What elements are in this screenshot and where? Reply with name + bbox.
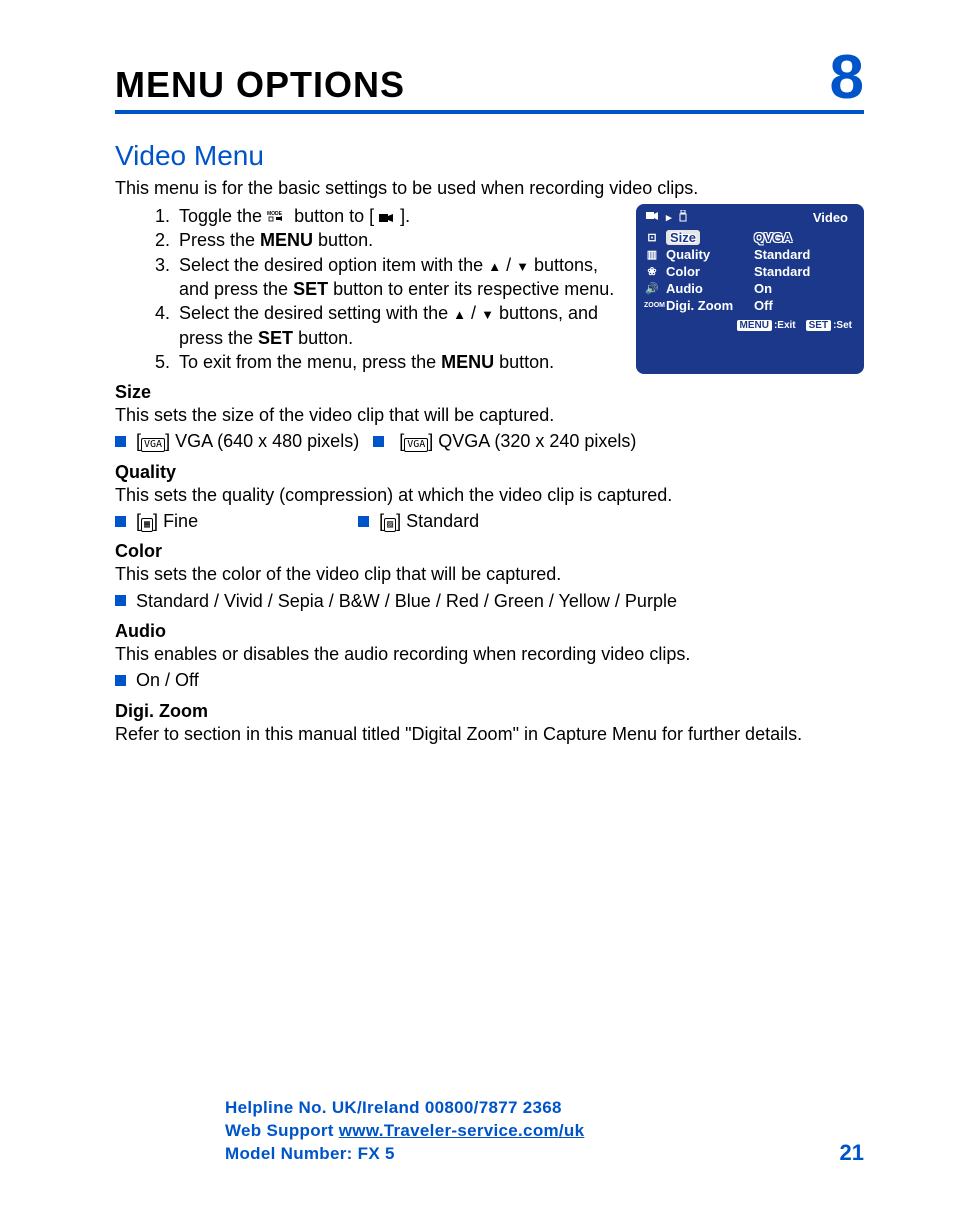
down-arrow-icon: ▼ bbox=[481, 307, 494, 322]
chapter-title: MENU OPTIONS bbox=[115, 64, 405, 106]
setup-icon bbox=[678, 210, 688, 225]
camera-lcd-preview: ▸ Video ⊡ Size QVGA ▥ Quality Standard ❀… bbox=[636, 204, 864, 374]
lcd-row-audio: 🔊 Audio On bbox=[642, 280, 858, 297]
quality-option-standard: [▨] Standard bbox=[358, 509, 479, 533]
size-icon: ⊡ bbox=[644, 231, 660, 244]
svg-text:MODE: MODE bbox=[267, 211, 283, 217]
color-desc: This sets the color of the video clip th… bbox=[115, 562, 864, 586]
bullet-icon bbox=[373, 436, 384, 447]
bullet-icon bbox=[115, 436, 126, 447]
step-2: Press the MENU button. bbox=[175, 228, 616, 252]
step-4: Select the desired setting with the ▲ / … bbox=[175, 301, 616, 350]
lcd-row-digizoom: ZOOM Digi. Zoom Off bbox=[642, 297, 858, 314]
section-intro: This menu is for the basic settings to b… bbox=[115, 176, 864, 200]
up-arrow-icon: ▲ bbox=[488, 259, 501, 274]
web-support-link[interactable]: www.Traveler-service.com/uk bbox=[339, 1121, 585, 1140]
audio-icon: 🔊 bbox=[644, 282, 660, 295]
fine-icon: ▦ bbox=[141, 518, 153, 532]
step-1: Toggle the MODE button to [ ]. bbox=[175, 204, 616, 228]
page-number: 21 bbox=[840, 1140, 864, 1166]
digizoom-heading: Digi. Zoom bbox=[115, 701, 864, 722]
quality-heading: Quality bbox=[115, 462, 864, 483]
size-options: [VGA] VGA (640 x 480 pixels) [VGA] QVGA … bbox=[115, 429, 864, 453]
bullet-icon bbox=[115, 516, 126, 527]
color-options: Standard / Vivid / Sepia / B&W / Blue / … bbox=[115, 589, 864, 613]
vga-icon: VGA bbox=[141, 438, 165, 452]
steps-and-lcd: Toggle the MODE button to [ ]. Press the… bbox=[115, 200, 864, 374]
steps-list: Toggle the MODE button to [ ]. Press the… bbox=[175, 204, 616, 374]
step-5: To exit from the menu, press the MENU bu… bbox=[175, 350, 616, 374]
video-icon bbox=[646, 211, 660, 224]
step-3: Select the desired option item with the … bbox=[175, 253, 616, 302]
color-heading: Color bbox=[115, 541, 864, 562]
zoom-icon: ZOOM bbox=[644, 302, 660, 309]
chapter-header: MENU OPTIONS 8 bbox=[115, 50, 864, 114]
quality-desc: This sets the quality (compression) at w… bbox=[115, 483, 864, 507]
size-heading: Size bbox=[115, 382, 864, 403]
play-icon: ▸ bbox=[666, 211, 672, 224]
standard-icon: ▨ bbox=[384, 518, 396, 532]
quality-options: [▦] Fine [▨] Standard bbox=[115, 509, 864, 533]
size-option-vga: [VGA] VGA (640 x 480 pixels) bbox=[115, 429, 359, 453]
lcd-row-color: ❀ Color Standard bbox=[642, 263, 858, 280]
mode-icon: MODE bbox=[267, 210, 289, 224]
footer-model: Model Number: FX 5 bbox=[225, 1143, 584, 1166]
page-footer: Helpline No. UK/Ireland 00800/7877 2368 … bbox=[115, 1097, 864, 1166]
quality-option-fine: [▦] Fine bbox=[115, 509, 198, 533]
bullet-icon bbox=[358, 516, 369, 527]
chapter-number: 8 bbox=[830, 50, 864, 106]
bullet-icon bbox=[115, 595, 126, 606]
lcd-row-quality: ▥ Quality Standard bbox=[642, 246, 858, 263]
bullet-icon bbox=[115, 675, 126, 686]
size-desc: This sets the size of the video clip tha… bbox=[115, 403, 864, 427]
lcd-top-icons: ▸ bbox=[646, 210, 688, 225]
qvga-icon: VGA bbox=[404, 438, 428, 452]
lcd-row-size: ⊡ Size QVGA bbox=[642, 229, 858, 246]
digizoom-desc: Refer to section in this manual titled "… bbox=[115, 722, 864, 746]
audio-options: On / Off bbox=[115, 668, 864, 692]
audio-desc: This enables or disables the audio recor… bbox=[115, 642, 864, 666]
color-icon: ❀ bbox=[644, 265, 660, 278]
up-arrow-icon: ▲ bbox=[453, 307, 466, 322]
size-option-qvga: [VGA] QVGA (320 x 240 pixels) bbox=[373, 429, 636, 453]
down-arrow-icon: ▼ bbox=[516, 259, 529, 274]
footer-helpline: Helpline No. UK/Ireland 00800/7877 2368 bbox=[225, 1097, 584, 1120]
lcd-footer: MENU:Exit SET:Set bbox=[642, 314, 858, 331]
section-title: Video Menu bbox=[115, 140, 864, 172]
video-mode-icon bbox=[379, 212, 395, 224]
lcd-title: Video bbox=[813, 210, 848, 225]
quality-icon: ▥ bbox=[644, 248, 660, 261]
audio-heading: Audio bbox=[115, 621, 864, 642]
footer-web: Web Support www.Traveler-service.com/uk bbox=[225, 1120, 584, 1143]
